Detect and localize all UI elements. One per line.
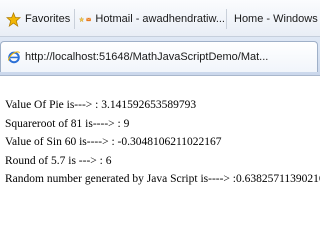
browser-tab-active[interactable]: http://localhost:51648/MathJavaScriptDem… — [0, 41, 318, 72]
favorites-star-icon — [6, 11, 21, 27]
browser-window: Favorites Hotmail - awadhendratiw... Hom… — [0, 0, 320, 250]
favorite-link-windows-live[interactable]: Home - Windows Live — [231, 11, 320, 27]
add-favorite-icon — [79, 16, 85, 22]
result-line-round: Round of 5.7 is ---> : 6 — [5, 154, 112, 167]
favorites-bar: Favorites Hotmail - awadhendratiw... Hom… — [0, 0, 320, 37]
result-line-random: Random number generated by Java Script i… — [5, 173, 320, 185]
tab-title: http://localhost:51648/MathJavaScriptDem… — [25, 51, 269, 63]
favorites-button[interactable]: Favorites — [6, 11, 76, 27]
tab-strip: http://localhost:51648/MathJavaScriptDem… — [0, 37, 320, 76]
windows-live-link-label: Home - Windows Live — [234, 13, 320, 25]
result-line-squareroot: Squareroot of 81 is----> : 9 — [5, 117, 130, 130]
favorites-label: Favorites — [25, 13, 71, 25]
favorites-separator — [226, 9, 227, 29]
result-line-sin: Value of Sin 60 is----> : -0.30481062110… — [5, 136, 222, 148]
internet-explorer-icon — [7, 51, 21, 64]
favorites-separator — [74, 9, 75, 29]
hotmail-icon — [86, 17, 92, 21]
result-line-pi: Value Of Pie is---> : 3.141592653589793 — [5, 99, 197, 111]
favorite-link-hotmail[interactable]: Hotmail - awadhendratiw... — [79, 11, 225, 27]
hotmail-link-label: Hotmail - awadhendratiw... — [95, 13, 225, 25]
page-content: Value Of Pie is---> : 3.141592653589793 … — [5, 96, 320, 189]
